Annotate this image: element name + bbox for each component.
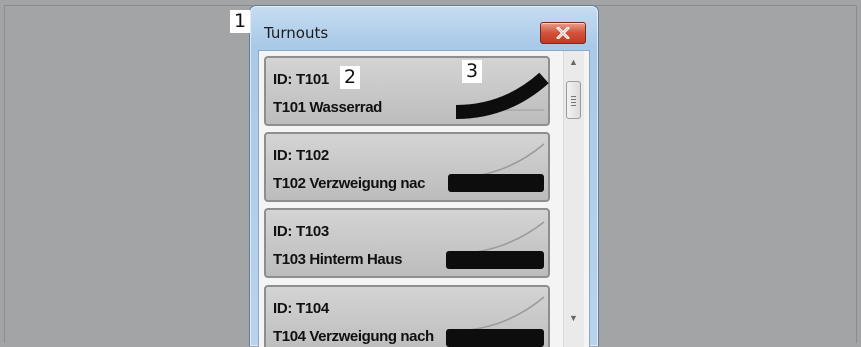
turnout-id: ID: T101 bbox=[273, 71, 329, 88]
window-title: Turnouts bbox=[264, 24, 329, 42]
callout-2: 2 bbox=[340, 66, 360, 89]
scroll-down-icon[interactable]: ▼ bbox=[569, 313, 578, 323]
redaction-bar bbox=[448, 174, 544, 192]
turnout-id: ID: T103 bbox=[273, 223, 329, 240]
grip-line bbox=[571, 102, 576, 103]
turnouts-window: Turnouts ID: T101 T101 Wasserrad ID: T10… bbox=[249, 5, 599, 347]
redaction-bar bbox=[446, 251, 544, 269]
grip-line bbox=[571, 105, 576, 106]
callout-1: 1 bbox=[230, 10, 250, 33]
turnout-name: T101 Wasserrad bbox=[273, 99, 382, 116]
turnout-card-t103[interactable]: ID: T103 T103 Hinterm Haus bbox=[264, 208, 550, 278]
frame-left-line bbox=[4, 5, 5, 343]
turnout-card-t104[interactable]: ID: T104 T104 Verzweigung nach bbox=[264, 285, 550, 347]
grip-line bbox=[571, 99, 576, 100]
title-bar[interactable]: Turnouts bbox=[250, 6, 598, 50]
scroll-thumb[interactable] bbox=[566, 81, 581, 119]
turnout-card-t102[interactable]: ID: T102 T102 Verzweigung nac bbox=[264, 132, 550, 202]
turnout-card-t101[interactable]: ID: T101 T101 Wasserrad bbox=[264, 56, 550, 126]
turnout-id: ID: T104 bbox=[273, 300, 329, 317]
turnout-name: T102 Verzweigung nac bbox=[273, 175, 426, 192]
turnout-name: T103 Hinterm Haus bbox=[273, 251, 403, 268]
grip-line bbox=[571, 96, 576, 97]
redaction-bar bbox=[446, 329, 544, 347]
turnout-name: T104 Verzweigung nach bbox=[273, 328, 434, 345]
close-icon bbox=[556, 27, 570, 39]
frame-right-line bbox=[856, 5, 857, 343]
callout-3: 3 bbox=[462, 60, 482, 83]
turnout-list[interactable]: ID: T101 T101 Wasserrad ID: T102 T102 Ve… bbox=[258, 50, 590, 347]
close-button[interactable] bbox=[540, 22, 586, 44]
vertical-scrollbar[interactable]: ▲ ▼ bbox=[563, 51, 584, 347]
turnout-id: ID: T102 bbox=[273, 147, 329, 164]
scroll-up-icon[interactable]: ▲ bbox=[569, 57, 578, 67]
